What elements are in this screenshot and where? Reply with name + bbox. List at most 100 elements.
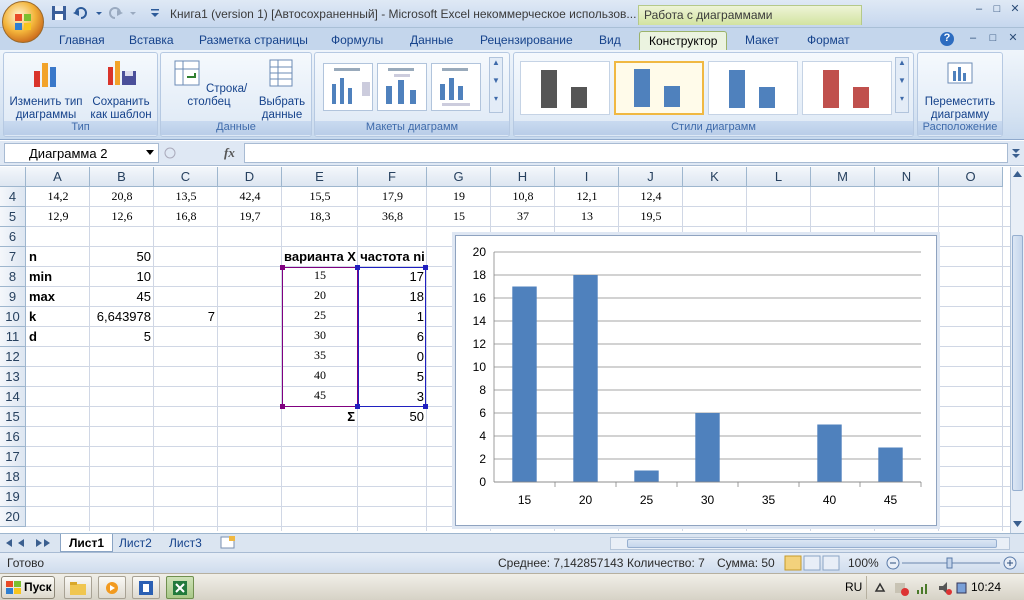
vertical-scrollbar[interactable]	[1010, 167, 1024, 533]
start-button[interactable]: Пуск	[1, 576, 55, 599]
cell-c10[interactable]: 7	[154, 307, 218, 327]
cell-a7[interactable]: n	[29, 247, 89, 267]
save-icon[interactable]	[50, 4, 68, 22]
move-chart-button[interactable]: Переместить диаграмму	[920, 57, 1000, 123]
col-header-k[interactable]: K	[683, 167, 747, 187]
tab-formulas[interactable]: Формулы	[331, 31, 383, 50]
chart-style-1[interactable]	[520, 61, 610, 115]
cell-i5[interactable]: 13	[555, 206, 619, 226]
scroll-up-icon[interactable]	[1013, 171, 1022, 177]
cell-a9[interactable]: max	[29, 287, 89, 307]
row-header-11[interactable]: 11	[0, 327, 26, 347]
expand-formula-bar-icon[interactable]	[1010, 146, 1022, 160]
close-button[interactable]: ✕	[1008, 3, 1022, 15]
cell-a4[interactable]: 14,2	[26, 186, 90, 206]
scroll-down-icon[interactable]	[1013, 521, 1022, 527]
range-handle[interactable]	[423, 265, 428, 270]
cell-h4[interactable]: 10,8	[491, 186, 555, 206]
cell-f7[interactable]: частота ni	[358, 247, 427, 267]
col-header-m[interactable]: M	[811, 167, 875, 187]
chart-style-4[interactable]	[802, 61, 892, 115]
tray-icons[interactable]	[873, 580, 969, 596]
cell-a8[interactable]: min	[29, 267, 89, 287]
office-button[interactable]	[2, 1, 44, 43]
col-header-a[interactable]: A	[26, 167, 90, 187]
cell-b11[interactable]: 5	[90, 327, 154, 347]
row-header-15[interactable]: 15	[0, 407, 26, 427]
cell-f5[interactable]: 36,8	[358, 206, 427, 226]
insert-function-icon[interactable]: fx	[224, 145, 235, 161]
taskbar-media[interactable]	[98, 576, 126, 599]
cell-e7[interactable]: варианта X	[282, 247, 358, 267]
row-header-9[interactable]: 9	[0, 287, 26, 307]
horizontal-scroll-thumb[interactable]	[627, 539, 997, 548]
minimize-button[interactable]: –	[972, 3, 986, 15]
row-header-6[interactable]: 6	[0, 227, 26, 247]
col-header-l[interactable]: L	[747, 167, 811, 187]
chart-layout-3[interactable]	[431, 63, 481, 111]
row-header-4[interactable]: 4	[0, 187, 26, 207]
cell-e5[interactable]: 18,3	[282, 206, 358, 226]
tab-insert[interactable]: Вставка	[129, 31, 174, 50]
col-header-b[interactable]: B	[90, 167, 154, 187]
vertical-scroll-thumb[interactable]	[1012, 235, 1023, 491]
cell-j5[interactable]: 19,5	[619, 206, 683, 226]
range-handle[interactable]	[280, 265, 285, 270]
row-header-20[interactable]: 20	[0, 507, 26, 527]
sheet-tab-2[interactable]: Лист2	[111, 534, 160, 552]
range-handle[interactable]	[355, 265, 360, 270]
tab-view[interactable]: Вид	[599, 31, 621, 50]
workbook-minimize-button[interactable]: –	[966, 32, 980, 44]
chart-layout-1[interactable]	[323, 63, 373, 111]
save-as-template-button[interactable]: Сохранить как шаблон	[86, 57, 156, 123]
tab-page-layout[interactable]: Разметка страницы	[199, 31, 308, 50]
taskbar-explorer[interactable]	[64, 576, 92, 599]
maximize-button[interactable]: □	[990, 3, 1004, 15]
formula-input[interactable]	[244, 143, 1008, 163]
row-header-16[interactable]: 16	[0, 427, 26, 447]
tab-data[interactable]: Данные	[410, 31, 453, 50]
row-header-12[interactable]: 12	[0, 347, 26, 367]
col-header-e[interactable]: E	[282, 167, 358, 187]
col-header-i[interactable]: I	[555, 167, 619, 187]
row-header-13[interactable]: 13	[0, 367, 26, 387]
view-buttons-icon[interactable]	[784, 555, 840, 571]
workbook-close-button[interactable]: ✕	[1006, 32, 1020, 44]
cell-g4[interactable]: 19	[427, 186, 491, 206]
taskbar-excel[interactable]	[166, 576, 194, 599]
tab-format[interactable]: Формат	[807, 31, 850, 50]
change-chart-type-button[interactable]: Изменить тип диаграммы	[6, 57, 86, 123]
row-header-10[interactable]: 10	[0, 307, 26, 327]
layouts-scroll[interactable]: ▲ ▼ ▾	[489, 57, 503, 113]
tab-home[interactable]: Главная	[59, 31, 105, 50]
cell-h5[interactable]: 37	[491, 206, 555, 226]
cell-a10[interactable]: k	[29, 307, 89, 327]
range-handle[interactable]	[423, 404, 428, 409]
range-handle[interactable]	[355, 404, 360, 409]
zoom-level[interactable]: 100%	[848, 556, 879, 570]
select-data-button[interactable]: Выбрать данные	[255, 57, 309, 123]
col-header-c[interactable]: C	[154, 167, 218, 187]
customize-qat-icon[interactable]	[146, 4, 164, 22]
cell-d5[interactable]: 19,7	[218, 206, 282, 226]
cell-b9[interactable]: 45	[90, 287, 154, 307]
sheet-tab-3[interactable]: Лист3	[161, 534, 210, 552]
cell-i4[interactable]: 12,1	[555, 186, 619, 206]
row-header-14[interactable]: 14	[0, 387, 26, 407]
cell-b4[interactable]: 20,8	[90, 186, 154, 206]
col-header-o[interactable]: O	[939, 167, 1003, 187]
cell-j4[interactable]: 12,4	[619, 186, 683, 206]
row-header-19[interactable]: 19	[0, 487, 26, 507]
cell-a11[interactable]: d	[29, 327, 89, 347]
chart-layout-2[interactable]	[377, 63, 427, 111]
row-header-18[interactable]: 18	[0, 467, 26, 487]
name-box[interactable]: Диаграмма 2	[4, 143, 159, 163]
tab-review[interactable]: Рецензирование	[480, 31, 573, 50]
redo-icon[interactable]	[106, 4, 124, 22]
insert-sheet-icon[interactable]	[218, 535, 238, 550]
cell-c5[interactable]: 16,8	[154, 206, 218, 226]
cell-e15[interactable]: Σ	[282, 407, 358, 427]
cell-c4[interactable]: 13,5	[154, 186, 218, 206]
cell-e4[interactable]: 15,5	[282, 186, 358, 206]
help-button[interactable]: ?	[940, 32, 954, 46]
